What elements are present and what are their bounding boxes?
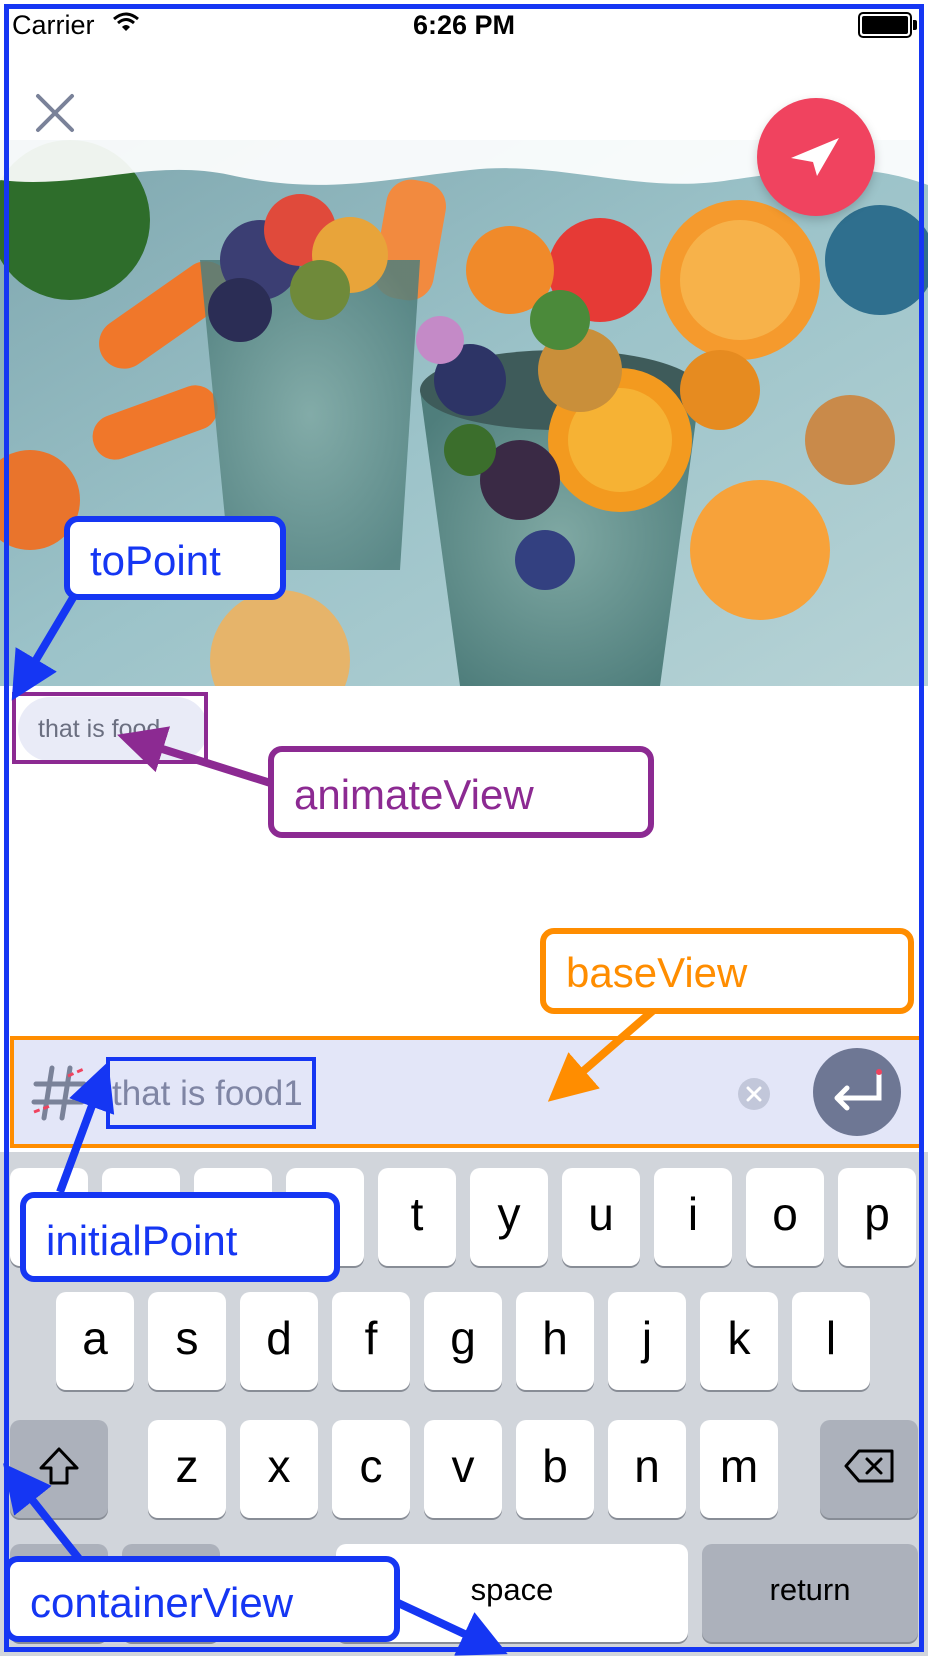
close-button[interactable]: [30, 88, 80, 138]
key-v[interactable]: v: [424, 1420, 502, 1518]
key-y[interactable]: y: [470, 1168, 548, 1266]
key-k[interactable]: k: [700, 1292, 778, 1390]
key-j[interactable]: j: [608, 1292, 686, 1390]
initial-point-text: initialPoint: [46, 1217, 238, 1264]
key-m[interactable]: m: [700, 1420, 778, 1518]
key-i[interactable]: i: [654, 1168, 732, 1266]
key-n[interactable]: n: [608, 1420, 686, 1518]
key-x[interactable]: x: [240, 1420, 318, 1518]
base-view-frame: [10, 1036, 924, 1148]
keyboard-return-key[interactable]: return: [702, 1544, 918, 1642]
key-u[interactable]: u: [562, 1168, 640, 1266]
key-g[interactable]: g: [424, 1292, 502, 1390]
screen: Carrier 6:26 PM that is food that is foo…: [0, 0, 928, 1656]
animate-view-label: animateView: [268, 746, 654, 838]
key-h[interactable]: h: [516, 1292, 594, 1390]
to-point-text: toPoint: [90, 537, 221, 584]
battery-icon: [858, 12, 917, 38]
container-view-label: containerView: [4, 1556, 400, 1642]
close-icon: [36, 94, 74, 132]
send-icon: [791, 138, 839, 176]
animate-view-text: animateView: [294, 771, 534, 818]
key-c[interactable]: c: [332, 1420, 410, 1518]
photo-image: [0, 140, 928, 686]
clock: 6:26 PM: [412, 10, 516, 40]
key-s[interactable]: s: [148, 1292, 226, 1390]
container-view-text: containerView: [30, 1579, 294, 1626]
key-d[interactable]: d: [240, 1292, 318, 1390]
delete-icon: [844, 1449, 894, 1483]
photo: [0, 140, 928, 686]
delete-key[interactable]: [820, 1420, 918, 1518]
key-p[interactable]: p: [838, 1168, 916, 1266]
animate-view-frame: [12, 692, 208, 764]
send-button[interactable]: [757, 98, 875, 216]
key-t[interactable]: t: [378, 1168, 456, 1266]
key-b[interactable]: b: [516, 1420, 594, 1518]
key-f[interactable]: f: [332, 1292, 410, 1390]
to-point-label: toPoint: [64, 516, 286, 600]
base-view-text: baseView: [566, 949, 748, 996]
key-a[interactable]: a: [56, 1292, 134, 1390]
shift-icon: [39, 1447, 79, 1485]
key-l[interactable]: l: [792, 1292, 870, 1390]
shift-key[interactable]: [10, 1420, 108, 1518]
initial-point-label: initialPoint: [20, 1192, 340, 1282]
key-o[interactable]: o: [746, 1168, 824, 1266]
key-z[interactable]: z: [148, 1420, 226, 1518]
base-view-label: baseView: [540, 928, 914, 1014]
status-bar: Carrier 6:26 PM: [0, 0, 928, 50]
